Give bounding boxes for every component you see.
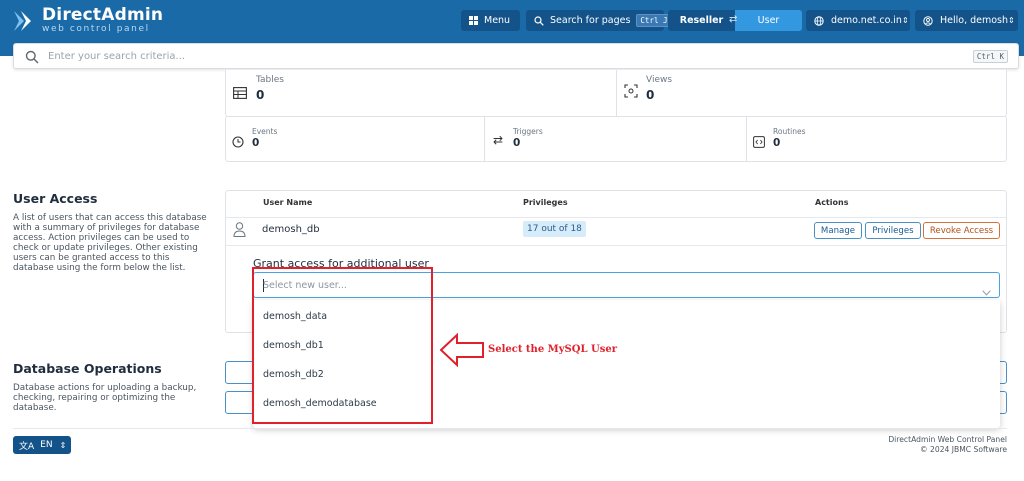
role-toggle[interactable]: Reseller User ⇄ <box>668 10 802 31</box>
page-search-button[interactable]: Search for pages Ctrl J <box>526 10 672 31</box>
column-privileges: Privileges <box>523 198 568 207</box>
footer-divider <box>13 428 1007 429</box>
user-icon <box>233 222 246 241</box>
privileges-button[interactable]: Privileges <box>865 222 921 239</box>
user-circle-icon <box>923 15 933 26</box>
domain-label: demo.net.co.in <box>831 15 902 26</box>
page-search-label: Search for pages <box>550 15 631 26</box>
grid-icon <box>469 16 478 25</box>
menu-button[interactable]: Menu <box>461 10 520 31</box>
global-search-bar: Ctrl K <box>13 43 1019 69</box>
annotation-highlight-box <box>252 267 433 424</box>
code-icon <box>753 133 765 152</box>
clock-icon <box>232 133 244 152</box>
column-actions: Actions <box>815 198 849 207</box>
privileges-badge: 17 out of 18 <box>523 221 586 237</box>
divider <box>616 70 617 117</box>
events-value: 0 <box>252 137 260 149</box>
views-icon <box>624 83 638 102</box>
logo-subtitle: web control panel <box>42 24 150 34</box>
directadmin-logo-icon <box>12 9 36 33</box>
globe-icon <box>814 15 824 26</box>
footer-credits: DirectAdmin Web Control Panel © 2024 JBM… <box>888 435 1007 455</box>
greeting-label: Hello, demosh <box>940 15 1009 26</box>
tables-value: 0 <box>256 88 265 102</box>
views-label: Views <box>646 75 673 85</box>
user-access-title: User Access <box>13 191 98 206</box>
search-icon <box>534 15 544 26</box>
logo-title: DirectAdmin <box>42 5 164 25</box>
language-selector[interactable]: 文A EN ⇕ <box>13 436 71 454</box>
events-label: Events <box>252 127 278 136</box>
divider <box>746 117 747 161</box>
domain-selector[interactable]: demo.net.co.in ⇕ <box>806 10 910 31</box>
stats-panel-top <box>225 70 1007 117</box>
revoke-access-button[interactable]: Revoke Access <box>923 222 1000 239</box>
triggers-value: 0 <box>513 137 521 149</box>
chevron-updown-icon: ⇕ <box>59 440 67 450</box>
triggers-icon: ⇄ <box>493 133 504 147</box>
reseller-option[interactable]: Reseller <box>668 10 735 31</box>
global-search-input[interactable] <box>48 50 948 62</box>
user-menu-button[interactable]: Hello, demosh ⇕ <box>915 10 1018 31</box>
arrow-left-icon <box>439 332 484 371</box>
db-operations-description: Database actions for uploading a backup,… <box>13 383 197 413</box>
views-value: 0 <box>646 88 655 102</box>
logo[interactable]: DirectAdmin web control panel <box>12 7 163 34</box>
db-operations-title: Database Operations <box>13 361 162 376</box>
manage-button[interactable]: Manage <box>814 222 862 239</box>
footer-product: DirectAdmin Web Control Panel <box>888 435 1007 444</box>
swap-icon: ⇄ <box>729 14 738 25</box>
routines-label: Routines <box>773 127 806 136</box>
table-icon <box>233 84 247 103</box>
divider <box>226 217 1006 218</box>
annotation-text: Select the MySQL User <box>488 344 617 355</box>
column-user-name: User Name <box>263 198 313 207</box>
routines-value: 0 <box>773 137 781 149</box>
search-icon <box>25 49 39 64</box>
language-label: EN <box>40 440 53 450</box>
menu-label: Menu <box>484 15 511 26</box>
translate-icon: 文A <box>19 441 35 452</box>
divider <box>226 245 1006 246</box>
divider <box>484 117 485 161</box>
tables-label: Tables <box>256 75 284 85</box>
chevron-updown-icon: ⇕ <box>901 16 909 25</box>
chevron-updown-icon: ⇕ <box>1008 16 1015 25</box>
table-row-user-name: demosh_db <box>262 224 320 235</box>
chevron-down-icon <box>982 281 991 300</box>
global-search-shortcut: Ctrl K <box>972 50 1008 63</box>
user-access-description: A list of users that can access this dat… <box>13 213 207 273</box>
mask <box>904 300 1000 302</box>
footer-copyright: © 2024 JBMC Software <box>920 445 1007 454</box>
stats-panel-bottom <box>225 116 1007 162</box>
user-option[interactable]: User <box>735 10 802 31</box>
page-search-shortcut: Ctrl J <box>636 14 672 27</box>
triggers-label: Triggers <box>513 127 543 136</box>
